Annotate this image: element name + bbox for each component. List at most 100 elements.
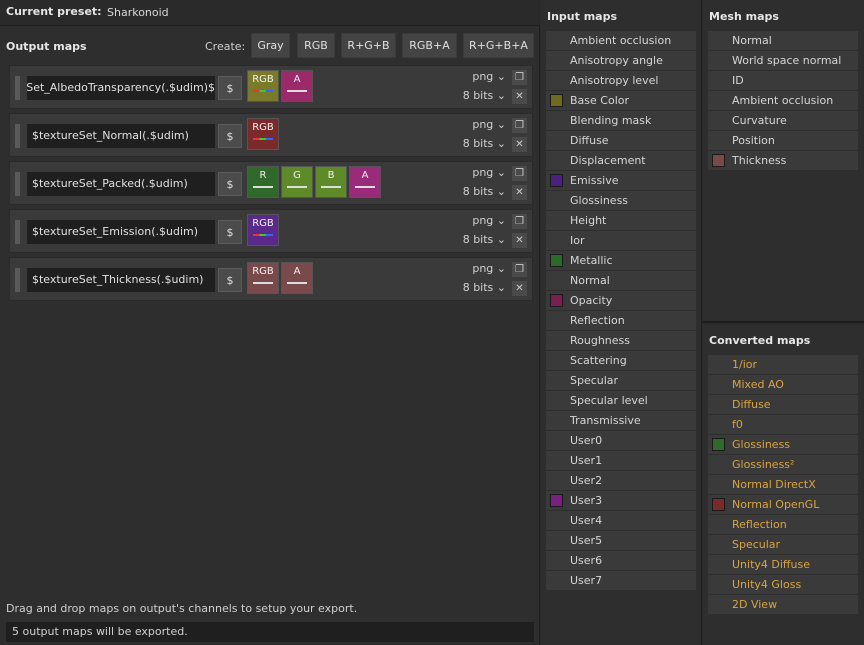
output-map-row[interactable]: $textureSet_Packed(.$udim) $ R G B Apng ⌄ 8 bi… (9, 161, 533, 205)
output-map-row[interactable]: $textureSet_Thickness(.$udim) $ RGB Apng ⌄ 8… (9, 257, 533, 301)
drag-handle[interactable] (15, 268, 20, 292)
channel-slot[interactable]: RGB (247, 118, 279, 150)
copy-icon[interactable]: ❐ (511, 165, 528, 182)
output-name-field[interactable]: $textureSet_AlbedoTransparency(.$udim) (27, 76, 215, 100)
converted-maps-item[interactable]: Unity4 Diffuse (708, 555, 858, 574)
bit-depth-dropdown[interactable]: 8 bits ⌄ (463, 281, 506, 294)
format-dropdown[interactable]: png ⌄ (472, 118, 506, 131)
copy-icon[interactable]: ❐ (511, 117, 528, 134)
channel-slot[interactable]: RGB (247, 70, 279, 102)
input-maps-item[interactable]: User3 (546, 491, 696, 510)
format-dropdown[interactable]: png ⌄ (472, 262, 506, 275)
drag-handle[interactable] (15, 220, 20, 244)
output-name-field[interactable]: $textureSet_Packed(.$udim) (27, 172, 215, 196)
input-maps-item[interactable]: Reflection (546, 311, 696, 330)
close-icon[interactable]: ✕ (511, 184, 528, 201)
converted-maps-item[interactable]: Diffuse (708, 395, 858, 414)
channel-slot[interactable]: B (315, 166, 347, 198)
channel-slot[interactable]: R (247, 166, 279, 198)
input-maps-item[interactable]: Opacity (546, 291, 696, 310)
input-maps-item[interactable]: Height (546, 211, 696, 230)
input-maps-item[interactable]: Specular level (546, 391, 696, 410)
format-dropdown[interactable]: png ⌄ (472, 166, 506, 179)
converted-maps-item[interactable]: f0 (708, 415, 858, 434)
input-maps-item[interactable]: User1 (546, 451, 696, 470)
close-icon[interactable]: ✕ (511, 136, 528, 153)
mesh-maps-item[interactable]: Thickness (708, 151, 858, 170)
converted-maps-item[interactable]: Glossiness (708, 435, 858, 454)
mesh-maps-item[interactable]: Position (708, 131, 858, 150)
input-maps-item[interactable]: Metallic (546, 251, 696, 270)
close-icon[interactable]: ✕ (511, 280, 528, 297)
bit-depth-dropdown[interactable]: 8 bits ⌄ (463, 233, 506, 246)
drag-handle[interactable] (15, 76, 20, 100)
input-maps-item[interactable]: Displacement (546, 151, 696, 170)
input-maps-item[interactable]: User5 (546, 531, 696, 550)
input-maps-item[interactable]: User4 (546, 511, 696, 530)
input-maps-item[interactable]: Transmissive (546, 411, 696, 430)
insert-variable-button[interactable]: $ (218, 268, 242, 292)
channel-slot[interactable]: RGB (247, 262, 279, 294)
create-r-g-b-button[interactable]: R+G+B (341, 33, 396, 58)
input-maps-item[interactable]: User0 (546, 431, 696, 450)
output-name-field[interactable]: $textureSet_Normal(.$udim) (27, 124, 215, 148)
output-name-field[interactable]: $textureSet_Thickness(.$udim) (27, 268, 215, 292)
input-maps-item[interactable]: Blending mask (546, 111, 696, 130)
input-maps-item[interactable]: Scattering (546, 351, 696, 370)
drag-handle[interactable] (15, 172, 20, 196)
format-dropdown[interactable]: png ⌄ (472, 214, 506, 227)
create-rgb-button[interactable]: RGB (297, 33, 335, 58)
converted-maps-item[interactable]: Normal DirectX (708, 475, 858, 494)
mesh-maps-item[interactable]: Normal (708, 31, 858, 50)
copy-icon[interactable]: ❐ (511, 69, 528, 86)
drag-handle[interactable] (15, 124, 20, 148)
create-rgb-a-button[interactable]: RGB+A (402, 33, 457, 58)
create-r-g-b-a-button[interactable]: R+G+B+A (463, 33, 534, 58)
input-maps-item[interactable]: Base Color (546, 91, 696, 110)
channel-slot[interactable]: A (349, 166, 381, 198)
input-maps-item[interactable]: User7 (546, 571, 696, 590)
converted-maps-item[interactable]: Specular (708, 535, 858, 554)
converted-maps-item[interactable]: Glossiness² (708, 455, 858, 474)
insert-variable-button[interactable]: $ (218, 172, 242, 196)
mesh-maps-item[interactable]: Ambient occlusion (708, 91, 858, 110)
input-maps-item[interactable]: User2 (546, 471, 696, 490)
converted-maps-item[interactable]: 1/ior (708, 355, 858, 374)
output-map-row[interactable]: $textureSet_Normal(.$udim) $ RGB png ⌄ 8 bit… (9, 113, 533, 157)
channel-slot[interactable]: G (281, 166, 313, 198)
input-maps-item[interactable]: Anisotropy angle (546, 51, 696, 70)
bit-depth-dropdown[interactable]: 8 bits ⌄ (463, 185, 506, 198)
channel-slot[interactable]: A (281, 262, 313, 294)
input-maps-item[interactable]: Emissive (546, 171, 696, 190)
copy-icon[interactable]: ❐ (511, 261, 528, 278)
converted-maps-item[interactable]: 2D View (708, 595, 858, 614)
input-maps-item[interactable]: Ambient occlusion (546, 31, 696, 50)
bit-depth-dropdown[interactable]: 8 bits ⌄ (463, 137, 506, 150)
input-maps-item[interactable]: Anisotropy level (546, 71, 696, 90)
copy-icon[interactable]: ❐ (511, 213, 528, 230)
output-map-row[interactable]: $textureSet_Emission(.$udim) $ RGB png ⌄ 8 b… (9, 209, 533, 253)
output-name-field[interactable]: $textureSet_Emission(.$udim) (27, 220, 215, 244)
insert-variable-button[interactable]: $ (218, 220, 242, 244)
channel-slot[interactable]: A (281, 70, 313, 102)
preset-name[interactable]: Sharkonoid (107, 6, 169, 19)
input-maps-item[interactable]: Ior (546, 231, 696, 250)
close-icon[interactable]: ✕ (511, 88, 528, 105)
mesh-maps-item[interactable]: World space normal (708, 51, 858, 70)
mesh-maps-item[interactable]: Curvature (708, 111, 858, 130)
converted-maps-item[interactable]: Mixed AO (708, 375, 858, 394)
input-maps-item[interactable]: Normal (546, 271, 696, 290)
output-map-row[interactable]: $textureSet_AlbedoTransparency(.$udim)$ R… (9, 65, 533, 109)
insert-variable-button[interactable]: $ (218, 76, 242, 100)
mesh-maps-item[interactable]: ID (708, 71, 858, 90)
input-maps-item[interactable]: Glossiness (546, 191, 696, 210)
create-gray-button[interactable]: Gray (251, 33, 290, 58)
input-maps-item[interactable]: Diffuse (546, 131, 696, 150)
converted-maps-item[interactable]: Unity4 Gloss (708, 575, 858, 594)
converted-maps-item[interactable]: Reflection (708, 515, 858, 534)
close-icon[interactable]: ✕ (511, 232, 528, 249)
format-dropdown[interactable]: png ⌄ (472, 70, 506, 83)
input-maps-item[interactable]: Roughness (546, 331, 696, 350)
input-maps-item[interactable]: Specular (546, 371, 696, 390)
converted-maps-item[interactable]: Normal OpenGL (708, 495, 858, 514)
